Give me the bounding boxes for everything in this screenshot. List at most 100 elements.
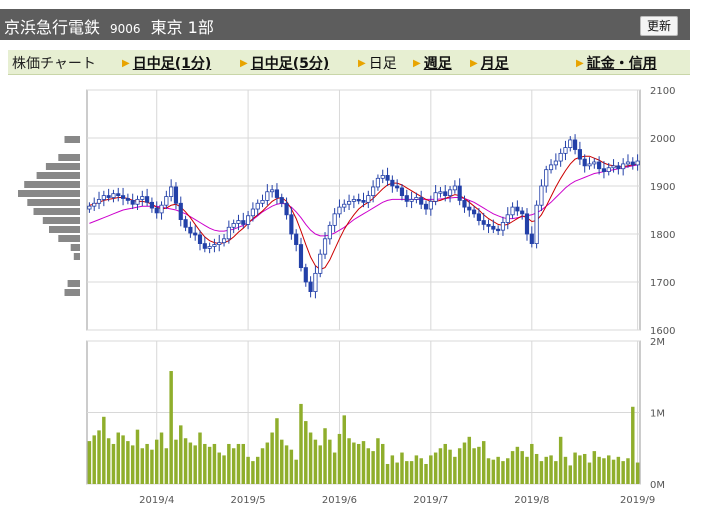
volume-bar bbox=[188, 442, 193, 484]
candle-body bbox=[332, 213, 337, 226]
candle-body bbox=[250, 208, 255, 217]
volume-bar bbox=[544, 456, 548, 484]
price-tick-label: 1600 bbox=[650, 326, 675, 337]
volume-bar bbox=[385, 463, 390, 484]
candle-body bbox=[149, 201, 155, 209]
volume-bar bbox=[347, 438, 351, 484]
volume-bar bbox=[154, 439, 159, 484]
candle-body bbox=[496, 228, 501, 232]
candle-body bbox=[178, 202, 183, 220]
volume-bar bbox=[289, 449, 294, 484]
candle-body bbox=[366, 195, 371, 203]
candle-body bbox=[472, 209, 477, 215]
volume-profile-bar bbox=[67, 280, 80, 287]
candle-body bbox=[202, 243, 207, 249]
candle-body bbox=[438, 191, 443, 194]
volume-profile-bar bbox=[64, 136, 80, 143]
volume-bar bbox=[183, 438, 188, 484]
volume-bar bbox=[222, 455, 226, 484]
candle-body bbox=[294, 233, 299, 245]
candle-body bbox=[587, 163, 592, 167]
arrow-icon: ▶ bbox=[122, 58, 130, 69]
candle-body bbox=[529, 233, 534, 245]
volume-bar bbox=[97, 430, 101, 484]
arrow-icon: ▶ bbox=[358, 58, 366, 69]
title-bar: 京浜急行電鉄 9006 東京 1部 更新 bbox=[0, 9, 690, 40]
candle-body bbox=[544, 169, 549, 187]
tab-daily: ▶ 日足 bbox=[358, 56, 397, 72]
date-tick-label: 2019/5 bbox=[230, 495, 265, 506]
candle-body bbox=[164, 196, 169, 206]
candle-body bbox=[447, 189, 453, 196]
volume-profile-bar bbox=[42, 217, 80, 224]
volume-bar bbox=[376, 438, 380, 484]
volume-bar bbox=[558, 436, 563, 484]
price-tick-label: 1900 bbox=[650, 182, 675, 193]
volume-bar bbox=[241, 443, 246, 484]
volume-bar bbox=[203, 443, 207, 484]
volume-profile bbox=[18, 136, 80, 296]
candle-body bbox=[116, 193, 121, 197]
volume-bar bbox=[429, 455, 433, 484]
volume-bar bbox=[395, 462, 399, 484]
tab-weekly[interactable]: ▶ 週足 bbox=[413, 53, 452, 73]
volume-bar bbox=[568, 465, 573, 484]
volume-bar bbox=[587, 462, 592, 484]
company-name: 京浜急行電鉄 bbox=[4, 18, 101, 37]
volume-bar bbox=[159, 432, 164, 484]
candle-body bbox=[197, 234, 203, 245]
volume-bar bbox=[212, 443, 217, 484]
candle-body bbox=[241, 220, 246, 225]
volume-bar bbox=[145, 443, 149, 484]
volume-profile-bar bbox=[24, 181, 80, 188]
candle-body bbox=[135, 199, 140, 205]
market-name: 東京 1部 bbox=[150, 18, 214, 37]
candle-body bbox=[173, 186, 179, 204]
volume-bar bbox=[578, 455, 582, 484]
candle-body bbox=[140, 196, 145, 200]
volume-bar bbox=[491, 459, 496, 484]
volume-bar bbox=[231, 448, 236, 484]
candle-body bbox=[395, 185, 400, 189]
candle-body bbox=[193, 232, 198, 236]
candle-body bbox=[303, 267, 308, 283]
volume-bar bbox=[217, 452, 221, 484]
volume-bar bbox=[457, 448, 462, 484]
date-tick-label: 2019/7 bbox=[413, 495, 448, 506]
candle-body bbox=[221, 238, 227, 244]
volume-bar bbox=[462, 442, 467, 484]
volume-profile-bar bbox=[36, 172, 80, 179]
volume-bar bbox=[255, 456, 260, 484]
volume-tick-label: 2M bbox=[650, 337, 665, 348]
volume-bar bbox=[477, 446, 481, 484]
date-tick-label: 2019/6 bbox=[322, 495, 357, 506]
tab-margin[interactable]: ▶ 証金・信用 bbox=[576, 53, 657, 73]
volume-bar bbox=[534, 453, 539, 484]
volume-bar bbox=[530, 443, 534, 484]
candle-body bbox=[635, 160, 640, 166]
candle-body bbox=[361, 200, 366, 203]
candle-body bbox=[255, 202, 260, 210]
volume-profile-bar bbox=[64, 289, 80, 296]
candle-body bbox=[399, 187, 405, 196]
update-button[interactable]: 更新 bbox=[639, 16, 678, 36]
volume-bar bbox=[626, 458, 630, 484]
tab-monthly[interactable]: ▶ 月足 bbox=[470, 53, 509, 73]
candle-body bbox=[601, 168, 607, 173]
candle-body bbox=[457, 185, 462, 201]
candle-body bbox=[106, 195, 111, 198]
candle-body bbox=[568, 139, 573, 148]
candle-body bbox=[539, 185, 544, 206]
candle-body bbox=[515, 206, 520, 212]
volume-bar bbox=[424, 463, 428, 484]
volume-bar bbox=[265, 442, 270, 484]
volume-bar bbox=[270, 432, 274, 484]
volume-bar bbox=[116, 432, 120, 484]
candle-body bbox=[491, 225, 496, 230]
volume-bar bbox=[448, 449, 452, 484]
tab-intraday-5min[interactable]: ▶ 日中足(5分) bbox=[240, 53, 329, 73]
tab-intraday-1min[interactable]: ▶ 日中足(1分) bbox=[122, 53, 211, 73]
volume-bar bbox=[106, 438, 111, 484]
volume-bar bbox=[520, 451, 524, 484]
candle-body bbox=[611, 165, 616, 169]
